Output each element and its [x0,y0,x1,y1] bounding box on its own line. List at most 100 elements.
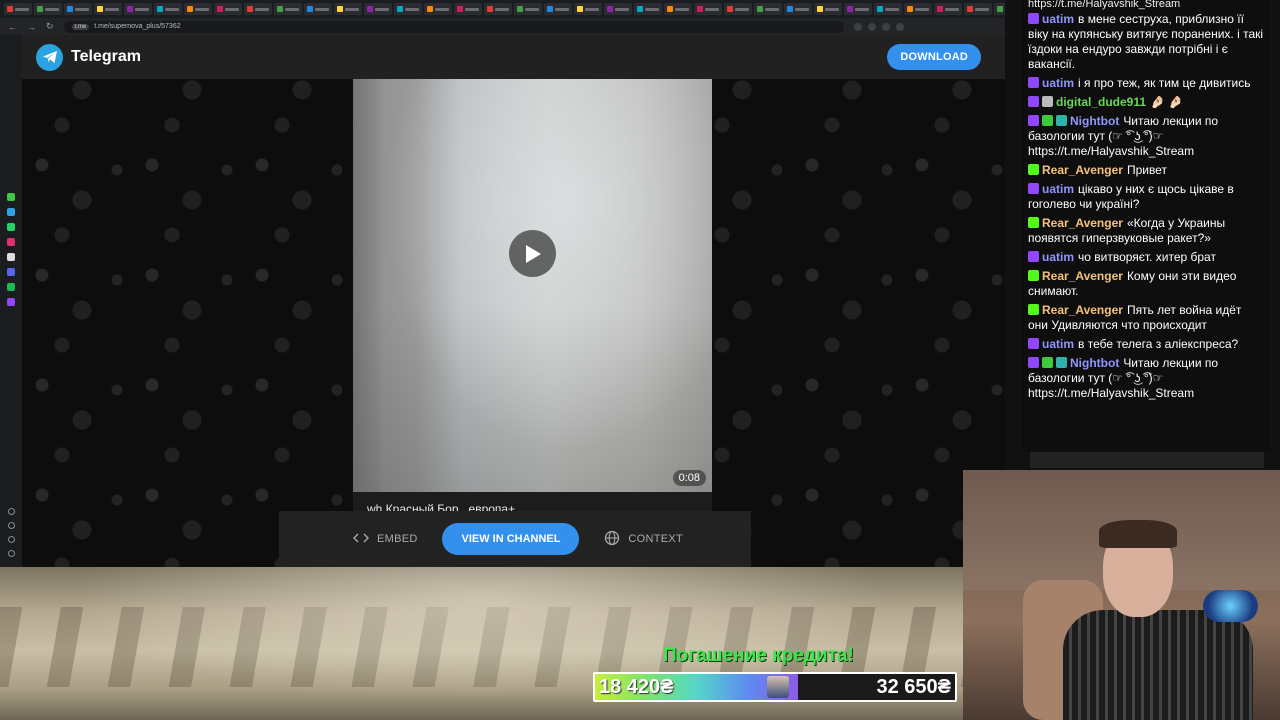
video-player[interactable]: 0:08 [353,79,712,492]
brand-name[interactable]: Telegram [71,48,141,66]
view-in-channel-button[interactable]: VIEW IN CHANNEL [442,523,580,555]
browser-tab[interactable] [754,3,782,15]
browser-tab[interactable] [874,3,902,15]
spotify-sidebar-icon[interactable] [7,283,15,291]
goal-current-amount: 18 420₴ [599,675,674,698]
chat-badge-icon [1028,270,1039,281]
x-sidebar-icon[interactable] [7,253,15,261]
post-action-bar: EMBED VIEW IN CHANNEL CONTEXT [279,511,751,567]
chat-username[interactable]: Rear_Avenger [1042,163,1123,177]
browser-tab[interactable] [394,3,422,15]
tab-favicon-icon [127,6,133,12]
browser-tab[interactable] [154,3,182,15]
site-info-badge[interactable]: t.me [71,23,90,30]
tab-title-placeholder [705,7,719,11]
tab-favicon-icon [427,6,433,12]
back-icon[interactable]: ← [8,22,17,32]
menu-icon[interactable] [895,22,904,31]
discord-sidebar-icon[interactable] [7,268,15,276]
tab-title-placeholder [855,7,869,11]
browser-tab[interactable] [634,3,662,15]
chat-badge-icon [1042,96,1053,107]
embed-label: EMBED [377,533,418,545]
browser-tab[interactable] [424,3,452,15]
extension-icon[interactable] [867,22,876,31]
browser-tab[interactable] [124,3,152,15]
chat-username[interactable]: uatim [1042,250,1074,264]
browser-tab[interactable] [454,3,482,15]
browser-tab[interactable] [214,3,242,15]
browser-tab[interactable] [904,3,932,15]
telegram-plane-icon[interactable] [36,43,63,71]
tab-favicon-icon [967,6,973,12]
whatsapp-sidebar-icon[interactable] [7,223,15,231]
context-button[interactable]: CONTEXT [604,530,683,549]
browser-tab[interactable] [34,3,62,15]
browser-tab[interactable] [694,3,722,15]
browser-tab[interactable] [814,3,842,15]
chat-badge-icon [1028,115,1039,126]
tab-favicon-icon [7,6,13,12]
browser-tab[interactable] [664,3,692,15]
tab-strip[interactable]: —❐✕ [0,0,1005,18]
browser-tab[interactable] [724,3,752,15]
stream-chat: https://t.me/Halyavshik_Stream uatim в ме… [1022,0,1270,452]
browser-tab[interactable] [574,3,602,15]
browser-tab[interactable] [604,3,632,15]
chat-username[interactable]: uatim [1042,12,1074,26]
settings-icon[interactable] [7,550,15,557]
browser-tab[interactable] [544,3,572,15]
embed-button[interactable]: EMBED [353,533,418,546]
browser-tab[interactable] [304,3,332,15]
tab-title-placeholder [195,7,209,11]
tab-favicon-icon [187,6,193,12]
browser-tab[interactable] [184,3,212,15]
goal-title: Погашение кредита! [663,645,854,666]
browser-tab[interactable] [244,3,272,15]
browser-tab[interactable] [994,3,1005,15]
chat-username[interactable]: Rear_Avenger [1042,269,1123,283]
tab-favicon-icon [757,6,763,12]
profile-icon[interactable] [881,22,890,31]
tab-favicon-icon [907,6,913,12]
instagram-sidebar-icon[interactable] [7,238,15,246]
browser-tab[interactable] [514,3,542,15]
play-icon[interactable] [509,230,556,277]
browser-tab[interactable] [484,3,512,15]
history-icon[interactable] [7,522,15,529]
heart-icon[interactable] [7,508,15,515]
extension-icon[interactable] [853,22,862,31]
chat-username[interactable]: Rear_Avenger [1042,216,1123,230]
telegram-sidebar-icon[interactable] [7,208,15,216]
address-bar[interactable]: t.me t.me/supernova_plus/57362 [63,20,844,33]
tab-title-placeholder [645,7,659,11]
twitch-sidebar-icon[interactable] [7,298,15,306]
browser-tab[interactable] [64,3,92,15]
reload-icon[interactable]: ↻ [46,21,54,32]
browser-tab[interactable] [364,3,392,15]
browser-tab[interactable] [844,3,872,15]
browser-tab[interactable] [94,3,122,15]
browser-tab[interactable] [934,3,962,15]
chat-username[interactable]: Rear_Avenger [1042,303,1123,317]
forward-icon[interactable]: → [27,22,36,32]
browser-tab[interactable] [964,3,992,15]
chat-username[interactable]: digital_dude911 [1056,95,1146,109]
chat-username[interactable]: uatim [1042,76,1074,90]
browser-tab[interactable] [334,3,362,15]
chat-username[interactable]: Nightbot [1070,114,1119,128]
chat-message: Rear_Avenger Кому они эти видео снимают. [1028,269,1264,299]
browser-tab[interactable] [784,3,812,15]
tab-favicon-icon [877,6,883,12]
sidebar-app-icon[interactable] [7,193,15,201]
browser-tab[interactable] [274,3,302,15]
chat-username[interactable]: Nightbot [1070,356,1119,370]
tab-title-placeholder [315,7,329,11]
tab-favicon-icon [817,6,823,12]
downloads-icon[interactable] [7,536,15,543]
goal-avatar [767,676,789,698]
browser-tab[interactable] [4,3,32,15]
download-button[interactable]: DOWNLOAD [887,44,981,70]
chat-username[interactable]: uatim [1042,337,1074,351]
chat-username[interactable]: uatim [1042,182,1074,196]
